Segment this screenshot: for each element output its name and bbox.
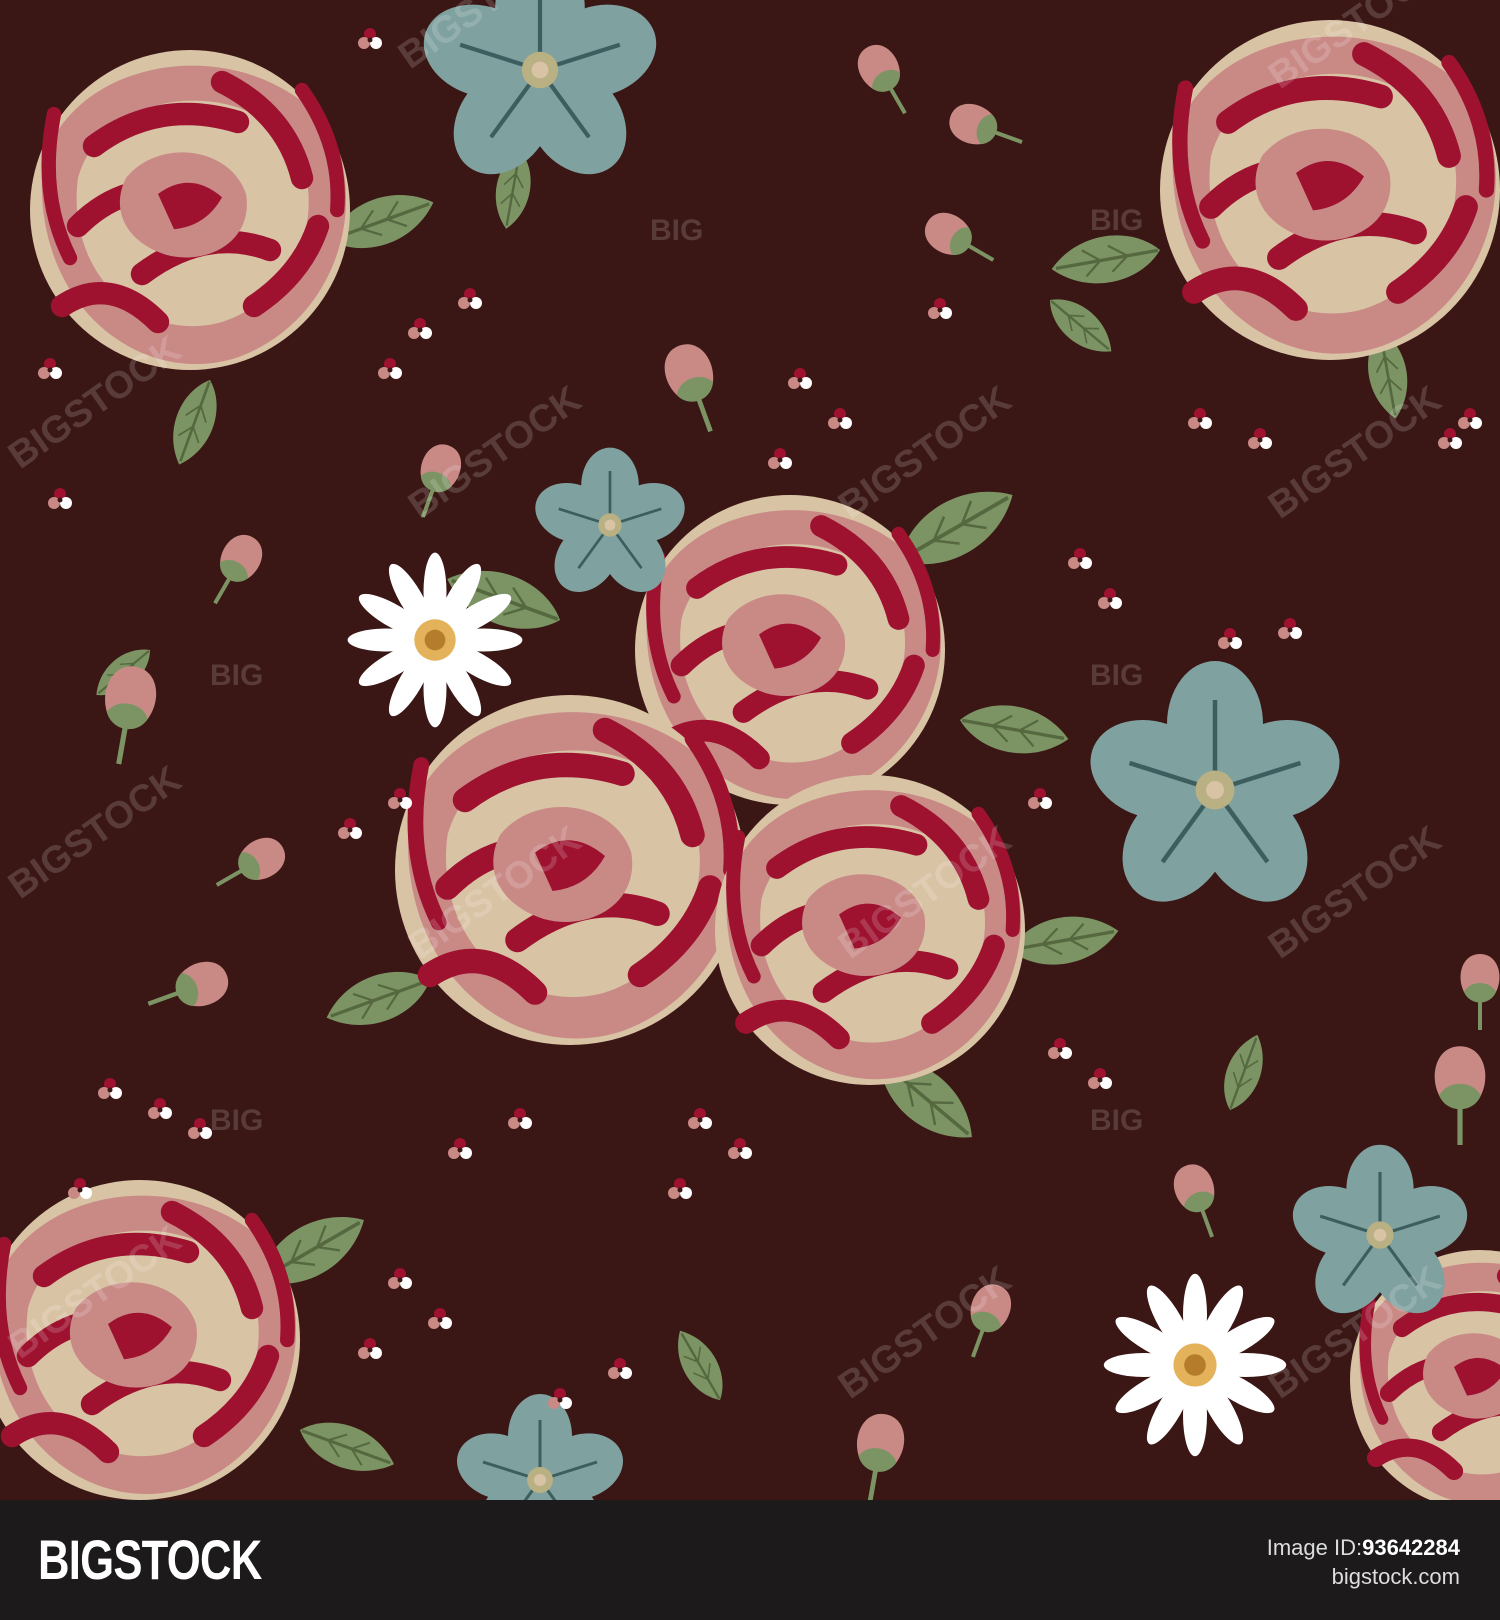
floral-pattern-artwork: BIG BIG BIG BIG BIG BIG BIGSTOCK BIGSTOC… [0,0,1500,1500]
watermark-big: BIG [1090,1104,1143,1137]
stock-image-frame: BIG BIG BIG BIG BIG BIG BIGSTOCK BIGSTOC… [0,0,1500,1620]
watermark-big: BIG [1090,659,1143,692]
rose-flower [1160,20,1500,360]
rose-flower [395,695,745,1045]
image-meta: Image ID:93642284 bigstock.com [1267,1534,1460,1592]
watermark-big: BIG [650,214,703,247]
watermark-big: BIG [1090,204,1143,237]
bigstock-logo: BIGSTOCK [38,1528,262,1591]
image-id-value: 93642284 [1362,1535,1460,1560]
image-id-label: Image ID: [1266,1535,1363,1560]
site-url: bigstock.com [1331,1564,1460,1589]
rose-flower [30,50,350,370]
watermark-big: BIG [210,1104,263,1137]
image-id-line: Image ID:93642284 [1267,1534,1460,1562]
watermark-big: BIG [210,659,263,692]
stock-footer-bar: BIGSTOCK Image ID:93642284 bigstock.com [0,1500,1500,1620]
